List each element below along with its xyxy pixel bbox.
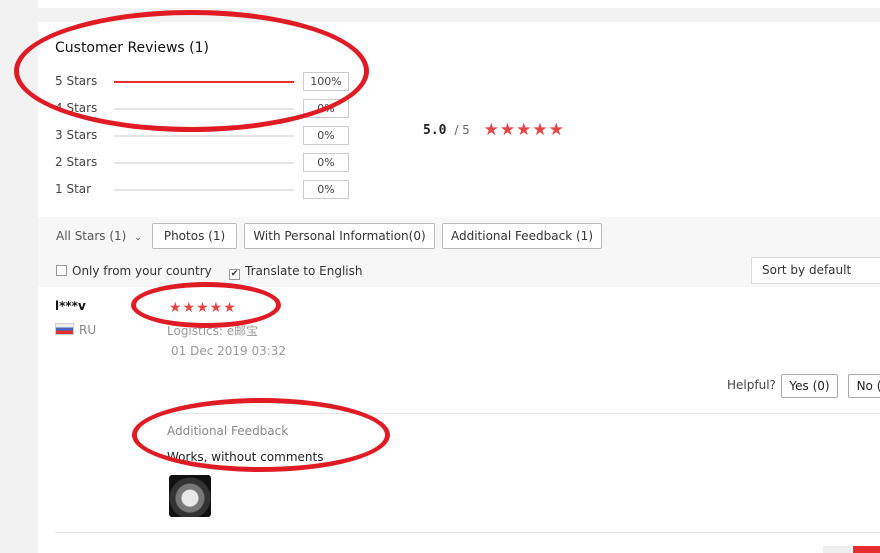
translate-label: Translate to English (245, 264, 363, 278)
average-rating: 5.0 / 5 ★★★★★ (423, 120, 565, 140)
star-row-percent: 0% (303, 99, 349, 118)
star-row-percent: 0% (303, 180, 349, 199)
top-strip (38, 0, 880, 8)
average-out-of: / 5 (454, 123, 470, 137)
checkbox-unchecked-icon (56, 265, 67, 276)
star-row-track (114, 135, 294, 137)
photos-filter-button[interactable]: Photos (1) (152, 223, 237, 249)
additional-feedback-filter-button[interactable]: Additional Feedback (1) (442, 223, 602, 249)
pager-current[interactable] (853, 546, 880, 553)
average-score: 5.0 (423, 123, 447, 138)
star-row-label: 2 Stars (55, 155, 98, 169)
average-stars-icon: ★★★★★ (483, 120, 565, 140)
all-stars-dropdown[interactable]: All Stars (1) ⌄ (56, 229, 142, 243)
reviews-title: Customer Reviews (1) (55, 40, 209, 56)
helpful-label: Helpful? (727, 378, 776, 392)
reviewer-name: l***v (55, 299, 86, 313)
review-logistics: Logistics: e邮宝 (167, 324, 259, 338)
pager-prev[interactable] (823, 546, 851, 553)
star-row-track (114, 108, 294, 110)
star-row-track (114, 81, 294, 83)
chevron-down-icon: ⌄ (134, 233, 142, 243)
only-country-label: Only from your country (72, 264, 212, 278)
star-row-track (114, 189, 294, 191)
personal-info-filter-button[interactable]: With Personal Information(0) (244, 223, 435, 249)
all-stars-label: All Stars (1) (56, 229, 127, 243)
russia-flag-icon (55, 323, 74, 335)
country-code: RU (79, 323, 97, 337)
star-row-track (114, 162, 294, 164)
star-row-label: 3 Stars (55, 128, 98, 142)
additional-feedback-title: Additional Feedback (167, 424, 289, 438)
star-row-percent: 0% (303, 153, 349, 172)
review-date: 01 Dec 2019 03:32 (171, 344, 287, 358)
divider (55, 532, 880, 533)
divider (155, 413, 880, 414)
star-row-percent: 0% (303, 126, 349, 145)
star-row-label: 5 Stars (55, 74, 98, 88)
sort-select[interactable]: Sort by default (751, 257, 880, 284)
helpful-no-button[interactable]: No ( (848, 374, 880, 398)
star-row-label: 4 Stars (55, 101, 98, 115)
star-row-percent: 100% (303, 72, 349, 91)
star-row-fill (114, 81, 294, 83)
reviews-card: Customer Reviews (1) 5 Stars 100% 4 Star… (38, 22, 880, 553)
only-country-checkbox[interactable]: Only from your country (56, 264, 212, 278)
reviewer-country: RU (55, 323, 96, 337)
review-stars-icon: ★★★★★ (169, 300, 237, 316)
translate-checkbox[interactable]: ✔ Translate to English (229, 264, 363, 280)
star-row-label: 1 Star (55, 182, 92, 196)
review-photo-thumbnail[interactable] (169, 475, 211, 517)
helpful-yes-button[interactable]: Yes (0) (781, 374, 838, 398)
checkbox-checked-icon: ✔ (229, 269, 240, 280)
additional-feedback-text: Works, without comments (167, 450, 324, 464)
